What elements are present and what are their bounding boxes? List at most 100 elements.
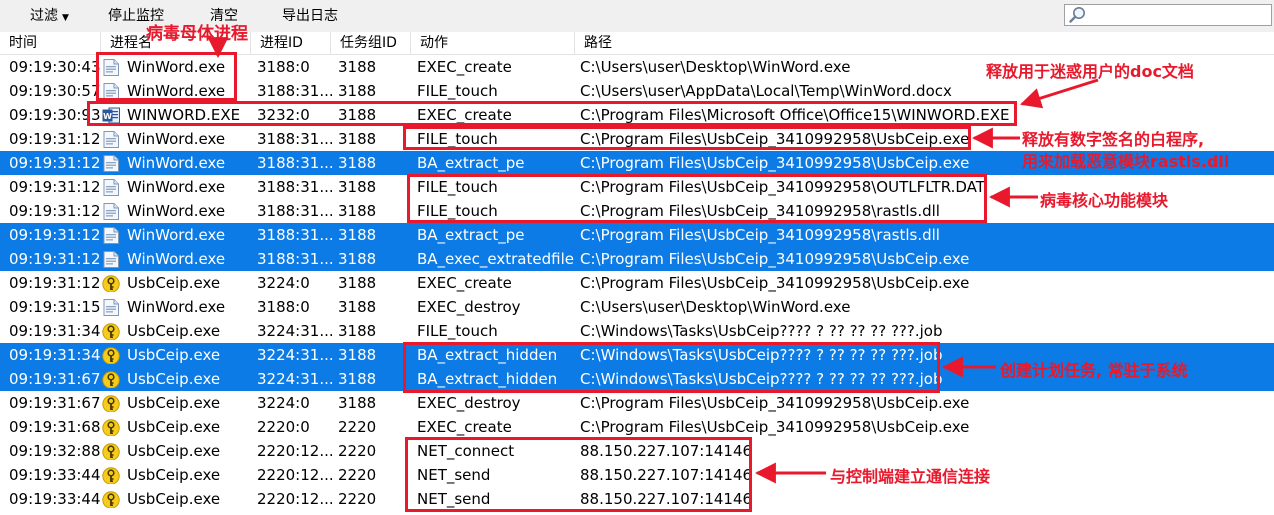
column-header-task-group-id[interactable]: 任务组ID <box>331 32 411 54</box>
table-row[interactable]: 09:19:31:342 UsbCeip.exe 3224:31... 3188 FIL… <box>0 319 1274 343</box>
highlight-signed-exe <box>403 126 971 150</box>
column-header-action[interactable]: 动作 <box>411 32 575 54</box>
cell-task-group-id: 3188 <box>338 370 377 388</box>
highlight-scheduled-task <box>403 342 940 393</box>
word-document-icon <box>102 131 120 148</box>
cell-time: 09:19:30:578 <box>9 82 101 100</box>
cell-task-group-id: 3188 <box>338 58 377 76</box>
cell-task-group-id: 3188 <box>338 130 377 148</box>
word-document-icon <box>102 299 120 316</box>
highlight-c2-comm <box>405 437 752 512</box>
annotation-c2-comm: 与控制端建立通信连接 <box>830 467 991 486</box>
cell-action: EXEC_create <box>417 418 512 436</box>
cell-process-id: 3188:31... <box>257 202 334 220</box>
cell-process-id: 3188:31... <box>257 226 334 244</box>
table-row[interactable]: 09:19:31:124 WinWord.exe 3188:31... 3188 BA_… <box>0 247 1274 271</box>
cell-task-group-id: 2220 <box>338 418 377 436</box>
cell-time: 09:19:31:155 <box>9 298 101 316</box>
cell-process-id: 2220:0 <box>257 418 310 436</box>
cell-process-name: UsbCeip.exe <box>127 490 221 508</box>
word-document-icon <box>102 179 120 196</box>
cell-process-name: WinWord.exe <box>127 130 226 148</box>
cell-process-id: 3188:0 <box>257 58 310 76</box>
cell-action: FILE_touch <box>417 322 498 340</box>
filter-button[interactable]: 过滤 ▼ <box>30 6 69 26</box>
key-icon <box>102 395 120 412</box>
cell-action: BA_exec_extratedfile <box>417 250 574 268</box>
cell-process-id: 3188:0 <box>257 298 310 316</box>
cell-process-name: UsbCeip.exe <box>127 466 221 484</box>
column-header-process-id[interactable]: 进程ID <box>251 32 331 54</box>
word-document-icon <box>102 203 120 220</box>
cell-process-id: 3224:0 <box>257 394 310 412</box>
cell-time: 09:19:31:124 <box>9 130 101 148</box>
cell-process-id: 3188:31... <box>257 250 334 268</box>
key-icon <box>102 347 120 364</box>
cell-task-group-id: 3188 <box>338 346 377 364</box>
cell-time: 09:19:33:448 <box>9 490 101 508</box>
cell-path: C:\Program Files\UsbCeip_3410992958\UsbC… <box>580 274 970 292</box>
highlight-parent-process <box>96 52 237 101</box>
cell-action: FILE_touch <box>417 82 498 100</box>
dropdown-arrow-icon: ▼ <box>62 13 69 23</box>
cell-process-name: UsbCeip.exe <box>127 274 221 292</box>
cell-task-group-id: 3188 <box>338 154 377 172</box>
cell-process-name: WinWord.exe <box>127 298 226 316</box>
cell-time: 09:19:31:124 <box>9 250 101 268</box>
cell-action: EXEC_create <box>417 274 512 292</box>
cell-task-group-id: 3188 <box>338 298 377 316</box>
cell-task-group-id: 3188 <box>338 250 377 268</box>
cell-time: 09:19:33:448 <box>9 466 101 484</box>
cell-time: 09:19:31:342 <box>9 322 101 340</box>
key-icon <box>102 467 120 484</box>
cell-process-name: UsbCeip.exe <box>127 370 221 388</box>
cell-process-id: 3188:31... <box>257 130 334 148</box>
cell-process-id: 3188:31... <box>257 178 334 196</box>
cell-time: 09:19:31:670 <box>9 394 101 412</box>
cell-process-id: 3224:31... <box>257 346 334 364</box>
cell-process-name: WinWord.exe <box>127 178 226 196</box>
cell-process-name: UsbCeip.exe <box>127 418 221 436</box>
cell-action: BA_extract_pe <box>417 226 525 244</box>
cell-path: C:\Program Files\UsbCeip_3410992958\UsbC… <box>580 418 970 436</box>
cell-process-name: WinWord.exe <box>127 154 226 172</box>
cell-time: 09:19:31:342 <box>9 346 101 364</box>
cell-time: 09:19:31:124 <box>9 154 101 172</box>
cell-process-id: 3224:31... <box>257 322 334 340</box>
table-row[interactable]: 09:19:31:124 UsbCeip.exe 3224:0 3188 EXEC_cr… <box>0 271 1274 295</box>
highlight-core-module <box>407 174 987 223</box>
table-row[interactable]: 09:19:31:124 WinWord.exe 3188:31... 3188 BA_… <box>0 223 1274 247</box>
table-row[interactable]: 09:19:31:155 WinWord.exe 3188:0 3188 EXEC_de… <box>0 295 1274 319</box>
cell-process-name: UsbCeip.exe <box>127 442 221 460</box>
table-row[interactable]: 09:19:31:670 UsbCeip.exe 3224:0 3188 EXEC_de… <box>0 391 1274 415</box>
annotation-core-module: 病毒核心功能模块 <box>1040 191 1169 210</box>
annotation-parent-process: 病毒母体进程 <box>146 24 248 44</box>
cell-process-id: 2220:12... <box>257 466 334 484</box>
cell-process-id: 3224:0 <box>257 274 310 292</box>
cell-action: EXEC_create <box>417 58 512 76</box>
cell-time: 09:19:31:124 <box>9 274 101 292</box>
cell-process-name: WinWord.exe <box>127 202 226 220</box>
search-icon[interactable] <box>1069 6 1087 24</box>
filter-label: 过滤 <box>30 8 58 24</box>
search-input[interactable] <box>1064 4 1272 26</box>
cell-process-name: UsbCeip.exe <box>127 322 221 340</box>
cell-process-id: 2220:12... <box>257 490 334 508</box>
key-icon <box>102 419 120 436</box>
cell-task-group-id: 2220 <box>338 490 377 508</box>
column-header-path[interactable]: 路径 <box>575 32 1274 54</box>
cell-process-name: WinWord.exe <box>127 250 226 268</box>
cell-path: C:\Windows\Tasks\UsbCeip???? ? ?? ?? ?? … <box>580 322 943 340</box>
cell-task-group-id: 3188 <box>338 226 377 244</box>
cell-path: C:\Users\user\AppData\Local\Temp\WinWord… <box>580 82 952 100</box>
cell-action: BA_extract_pe <box>417 154 525 172</box>
table-row[interactable]: 09:19:31:685 UsbCeip.exe 2220:0 2220 EXEC_cr… <box>0 415 1274 439</box>
export-log-button[interactable]: 导出日志 <box>282 6 338 26</box>
cell-process-name: WinWord.exe <box>127 226 226 244</box>
cell-process-id: 3188:31... <box>257 82 334 100</box>
cell-time: 09:19:31:124 <box>9 202 101 220</box>
cell-time: 09:19:31:670 <box>9 370 101 388</box>
word-document-icon <box>102 155 120 172</box>
cell-time: 09:19:31:124 <box>9 226 101 244</box>
column-header-time[interactable]: 时间 <box>0 32 101 54</box>
